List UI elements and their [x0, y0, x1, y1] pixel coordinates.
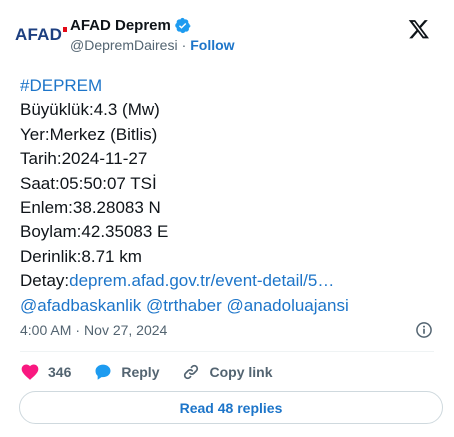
tweet-line-detail: Detay:deprem.afad.gov.tr/event-detail/5… [20, 269, 434, 293]
tweet-line-date: Tarih:2024-11-27 [20, 149, 148, 169]
tweet-time[interactable]: 4:00 AM [20, 322, 71, 338]
tweet-text: #DEPREM Büyüklük:4.3 (Mw) Yer:Merkez (Bi… [20, 74, 434, 318]
divider [20, 351, 434, 352]
x-logo-icon[interactable] [408, 18, 430, 40]
name-row: AFAD Deprem [70, 17, 235, 34]
verified-badge-icon [175, 17, 191, 34]
tweet-actions: 346 Reply Copy link [20, 360, 295, 384]
tweet-date[interactable]: Nov 27, 2024 [84, 322, 167, 338]
logo-accent [63, 27, 68, 32]
avatar[interactable]: AFAD [14, 12, 68, 58]
tweet-line-hashtag: #DEPREM [20, 74, 434, 98]
tweet-line-magnitude: Büyüklük:4.3 (Mw) [20, 100, 160, 120]
account-names: AFAD Deprem @DepremDairesi · Follow [70, 17, 235, 53]
handle-row: @DepremDairesi · Follow [70, 37, 235, 53]
avatar-text: AFAD [14, 25, 63, 44]
mention-anadoluajansi[interactable]: @anadoluajansi [227, 296, 349, 315]
info-icon[interactable] [414, 320, 434, 340]
tweet-header: AFAD AFAD Deprem @DepremDairesi · Follow [14, 12, 442, 58]
tweet-line-latitude: Enlem:38.28083 N [20, 198, 161, 218]
timestamp-separator: · [75, 322, 81, 338]
reply-bubble-icon [95, 364, 111, 380]
mention-afadbaskanlik[interactable]: @afadbaskanlik [20, 296, 141, 315]
read-replies-button[interactable]: Read 48 replies [19, 391, 443, 424]
reply-button[interactable]: Reply [93, 362, 159, 382]
tweet-card: AFAD AFAD Deprem @DepremDairesi · Follow… [0, 0, 454, 437]
tweet-line-mentions: @afadbaskanlik @trthaber @anadoluajansi [20, 294, 434, 318]
handle[interactable]: @DepremDairesi [70, 37, 178, 53]
tweet-line-depth: Derinlik:8.71 km [20, 246, 142, 266]
copy-link-button[interactable]: Copy link [181, 362, 273, 382]
hashtag-link[interactable]: #DEPREM [20, 76, 102, 95]
mention-trthaber[interactable]: @trthaber [146, 296, 222, 315]
tweet-line-time: Saat:05:50:07 TSİ [20, 173, 157, 193]
copy-link-label: Copy link [209, 364, 273, 380]
afad-logo: AFAD [14, 25, 68, 45]
heart-icon [21, 364, 39, 380]
reply-label: Reply [121, 364, 160, 380]
handle-separator: · [181, 37, 187, 53]
display-name[interactable]: AFAD Deprem [70, 17, 171, 34]
detail-link[interactable]: deprem.afad.gov.tr/event-detail/5… [69, 271, 334, 290]
follow-button[interactable]: Follow [190, 37, 234, 53]
like-button[interactable]: 346 [20, 362, 71, 382]
tweet-line-location: Yer:Merkez (Bitlis) [20, 124, 158, 144]
detail-label: Detay: [20, 271, 70, 291]
tweet-line-longitude: Boylam:42.35083 E [20, 222, 169, 242]
read-replies-label: Read 48 replies [179, 399, 283, 416]
tweet-timestamp: 4:00 AM · Nov 27, 2024 [20, 320, 434, 340]
like-count: 346 [48, 364, 72, 380]
link-icon [184, 364, 199, 380]
